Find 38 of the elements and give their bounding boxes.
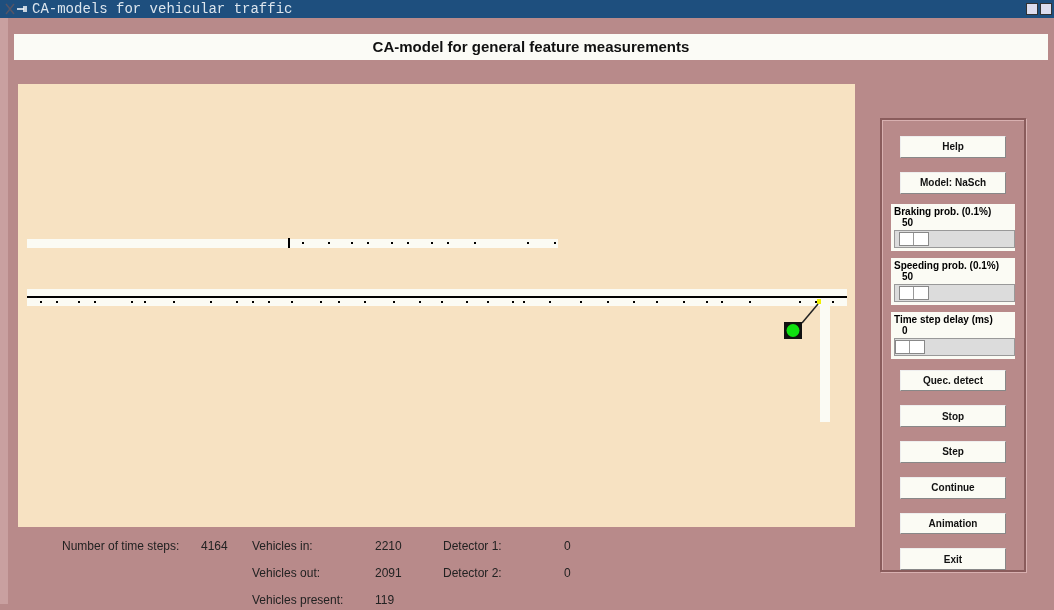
slider-track[interactable] (894, 337, 1015, 356)
stat-value: 2210 (375, 539, 403, 553)
panel-button[interactable]: Continue (900, 476, 1006, 499)
slider-value: 50 (902, 216, 914, 228)
panel-button[interactable]: Stop (900, 405, 1006, 427)
slider-thumb[interactable] (899, 231, 930, 246)
stat-label: Vehicles in: (252, 539, 314, 553)
slider-track[interactable] (894, 229, 1015, 248)
stat-value: 0 (564, 539, 572, 553)
window-menu-icon[interactable] (4, 3, 30, 15)
traffic-light-drawing (784, 303, 819, 339)
window-title: CA-models for vehicular traffic (32, 1, 293, 17)
panel-button[interactable]: Quec. detect (900, 369, 1006, 392)
stat-value: 119 (375, 593, 396, 607)
panel-button[interactable]: Animation (900, 512, 1006, 535)
stat-label: Vehicles present: (252, 593, 345, 607)
panel-button[interactable]: Help (900, 136, 1006, 158)
slider-value: 0 (902, 324, 909, 336)
slider-thumb[interactable] (895, 339, 925, 354)
slider-label: Speeding prob. (0.1%) (894, 259, 1000, 271)
stat-label: Detector 2: (443, 566, 503, 580)
stat-value: 0 (564, 566, 572, 580)
stat-label: Number of time steps: (62, 539, 181, 553)
stat-value: 4164 (201, 539, 229, 553)
panel-button[interactable]: Exit (900, 548, 1006, 570)
slider-value: 50 (902, 270, 914, 282)
heading: CA-model for general feature measurements (14, 34, 1048, 60)
stat-label: Vehicles out: (252, 566, 322, 580)
slider-label: Braking prob. (0.1%) (894, 205, 993, 217)
maximize-button[interactable] (1040, 3, 1052, 15)
slider-track[interactable] (894, 283, 1015, 302)
stat-value: 2091 (375, 566, 403, 580)
panel-button[interactable]: Step (900, 441, 1006, 463)
minimize-button[interactable] (1026, 3, 1038, 15)
panel-button[interactable]: Model: NaSch (900, 171, 1006, 194)
stat-label: Detector 1: (443, 539, 503, 553)
slider-thumb[interactable] (899, 285, 930, 300)
slider-label: Time step delay (ms) (894, 313, 994, 325)
